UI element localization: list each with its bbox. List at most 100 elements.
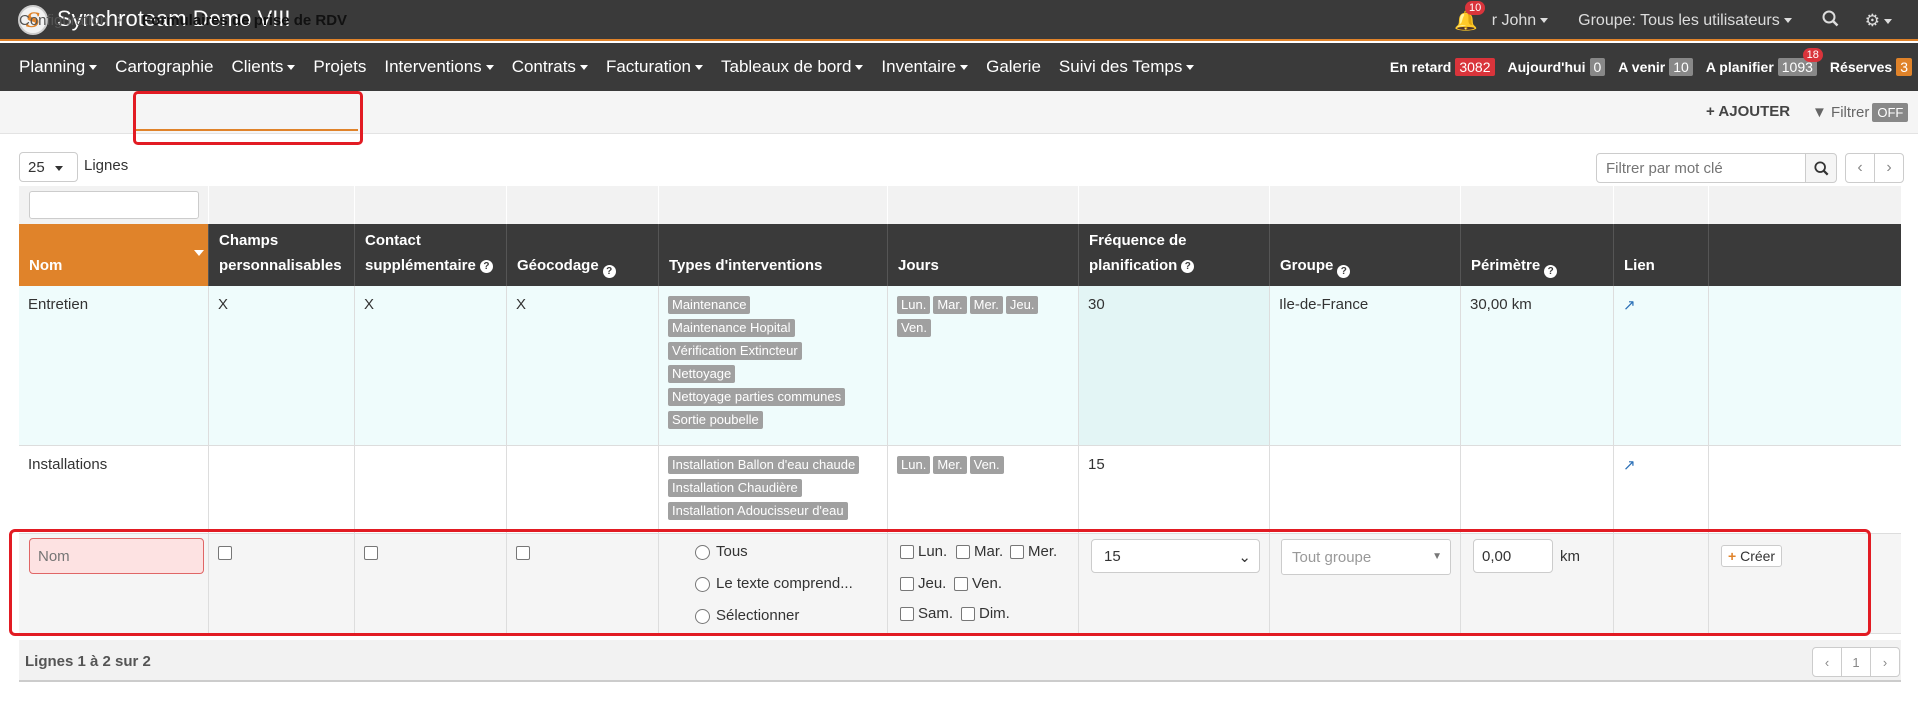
name-filter-input[interactable]: [29, 191, 199, 219]
chevron-down-icon: [287, 65, 296, 71]
nav-suivi-des-temps[interactable]: Suivi des Temps: [1050, 57, 1203, 77]
stat-label: A venir: [1618, 59, 1666, 75]
gear-icon[interactable]: ⚙: [1865, 11, 1892, 31]
type-tag: Maintenance Hopital: [668, 319, 795, 337]
header-jours[interactable]: Jours: [888, 224, 1079, 286]
header-label: Géocodage: [517, 257, 599, 274]
user-menu[interactable]: r John: [1492, 12, 1549, 30]
table-row[interactable]: Installations Installation Ballon d'eau …: [19, 446, 1901, 534]
header-label: Lien: [1624, 257, 1655, 274]
rows-label: Lignes: [84, 157, 129, 174]
stat-label: Réserves: [1829, 59, 1893, 75]
nav-tableaux-de-bord[interactable]: Tableaux de bord: [712, 57, 872, 77]
next-page-icon[interactable]: ›: [1874, 153, 1904, 183]
header-lien[interactable]: Lien: [1614, 224, 1709, 286]
nav-projets[interactable]: Projets: [304, 57, 375, 77]
nav-label: Tableaux de bord: [720, 57, 852, 76]
breadcrumb-configuration[interactable]: Configuration: [19, 12, 108, 29]
cell-frequence: 15: [1079, 446, 1270, 533]
nav-label: Planning: [19, 57, 86, 76]
stat-reserves[interactable]: Réserves 3: [1830, 58, 1912, 76]
filter-label: Filtrer: [1831, 104, 1870, 121]
nav-label: Interventions: [384, 57, 482, 76]
filter-icon: ▼: [1812, 104, 1827, 121]
search-icon[interactable]: [1805, 153, 1837, 183]
day-tag: Lun.: [897, 456, 931, 474]
cell-lien: ↗: [1614, 286, 1709, 445]
pagination-summary: Lignes 1 à 2 sur 2: [25, 653, 151, 670]
nav-facturation[interactable]: Facturation: [597, 57, 712, 77]
chevron-down-icon: [54, 165, 63, 171]
chevron-down-icon: [1540, 17, 1549, 23]
prev-page-icon[interactable]: ‹: [1845, 153, 1875, 183]
help-icon[interactable]: ?: [1544, 265, 1558, 278]
nav-contrats[interactable]: Contrats: [503, 57, 597, 77]
nav-label: Cartographie: [115, 57, 214, 76]
cell-types: Installation Ballon d'eau chaude Install…: [659, 446, 888, 533]
help-icon[interactable]: ?: [479, 259, 493, 273]
sort-desc-icon: [194, 250, 204, 256]
header-contact[interactable]: Contact supplémentaire?: [355, 224, 507, 286]
stat-label: A planifier: [1705, 59, 1774, 75]
header-champs[interactable]: Champs personnalisables: [209, 224, 355, 286]
external-link-icon[interactable]: ↗: [1623, 297, 1636, 314]
nav-cartographie[interactable]: Cartographie: [106, 57, 222, 77]
day-tag: Lun.: [897, 296, 931, 314]
next-page-icon[interactable]: ›: [1870, 647, 1900, 677]
nav-inventaire[interactable]: Inventaire: [872, 57, 977, 77]
search-icon[interactable]: [1822, 10, 1839, 32]
filter-toggle[interactable]: ▼ Filtrer OFF: [1812, 103, 1909, 122]
prev-page-icon[interactable]: ‹: [1812, 647, 1842, 677]
table-row[interactable]: Entretien X X X Maintenance Maintenance …: [19, 286, 1901, 446]
type-tag: Installation Adoucisseur d'eau: [668, 502, 848, 520]
help-icon[interactable]: ?: [602, 265, 616, 278]
keyword-filter-input[interactable]: [1596, 153, 1806, 183]
header-perimetre[interactable]: Périmètre?: [1461, 224, 1614, 286]
nav-interventions[interactable]: Interventions: [375, 57, 502, 77]
add-label: AJOUTER: [1718, 103, 1791, 120]
external-link-icon[interactable]: ↗: [1623, 457, 1636, 474]
stat-aujourdhui[interactable]: Aujourd'hui 0: [1508, 58, 1606, 76]
day-tag: Mar.: [933, 296, 967, 314]
stat-badge: 18: [1802, 48, 1823, 62]
header-frequence[interactable]: Fréquence de planification?: [1079, 224, 1270, 286]
stat-a-planifier[interactable]: A planifier 1093 18: [1705, 48, 1823, 76]
highlight-box-breadcrumb: [133, 91, 363, 145]
header-groupe[interactable]: Groupe?: [1270, 224, 1461, 286]
notifications-badge: 10: [1465, 0, 1486, 15]
stat-en-retard[interactable]: En retard 3082: [1390, 58, 1495, 76]
page-number[interactable]: 1: [1841, 647, 1871, 677]
day-tag: Mer.: [969, 296, 1003, 314]
help-icon[interactable]: ?: [1181, 259, 1195, 273]
add-button[interactable]: + AJOUTER: [1706, 103, 1790, 120]
rows-per-page-select[interactable]: 25: [19, 152, 78, 182]
cell-types: Maintenance Maintenance Hopital Vérifica…: [659, 286, 888, 445]
type-tag: Vérification Extincteur: [668, 342, 802, 360]
cell-groupe: [1270, 446, 1461, 533]
nav-galerie[interactable]: Galerie: [977, 57, 1050, 77]
day-tag: Ven.: [897, 319, 932, 337]
chevron-down-icon: [1783, 17, 1792, 23]
stat-label: Aujourd'hui: [1507, 59, 1586, 75]
notifications-bell-icon[interactable]: 🔔 10: [1454, 0, 1486, 33]
type-tag: Installation Ballon d'eau chaude: [668, 456, 860, 474]
cell-perimetre: [1461, 446, 1614, 533]
day-tag: Ven.: [969, 456, 1004, 474]
cell-geocodage: [507, 446, 659, 533]
group-menu[interactable]: Groupe: Tous les utilisateurs: [1578, 12, 1792, 30]
header-types[interactable]: Types d'interventions: [659, 224, 888, 286]
header-nom[interactable]: Nom: [19, 224, 209, 286]
nav-label: Inventaire: [881, 57, 957, 76]
nav-label: Contrats: [511, 57, 576, 76]
plus-icon: +: [1706, 103, 1715, 120]
nav-planning[interactable]: Planning: [10, 57, 106, 77]
stat-a-venir[interactable]: A venir 10: [1618, 58, 1693, 76]
header-geocodage[interactable]: Géocodage?: [507, 224, 659, 286]
cell-perimetre: 30,00 km: [1461, 286, 1614, 445]
nav-clients[interactable]: Clients: [222, 57, 304, 77]
help-icon[interactable]: ?: [1337, 265, 1351, 278]
stat-count: 10: [1669, 58, 1693, 76]
cell-contact: X: [355, 286, 507, 445]
header-label-line1: Champs: [219, 232, 279, 249]
cell-champs: X: [209, 286, 355, 445]
